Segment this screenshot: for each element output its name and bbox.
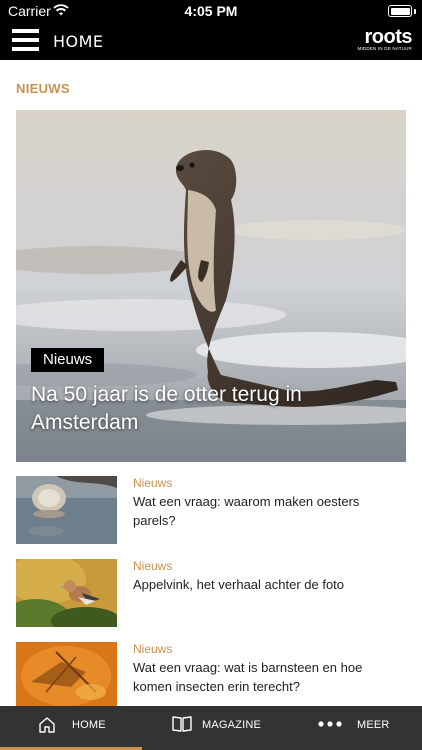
list-item[interactable]: Nieuws Appelvink, het verhaal achter de … — [16, 559, 406, 629]
page-title: HOME — [53, 32, 104, 51]
tab-more[interactable]: MEER — [282, 706, 422, 750]
logo-tagline: MIDDEN IN DE NATUUR — [357, 46, 412, 51]
hero-title: Na 50 jaar is de otter terug in Amsterda… — [31, 383, 302, 434]
clock: 4:05 PM — [184, 3, 238, 19]
status-bar: Carrier 4:05 PM — [0, 0, 422, 22]
list-item[interactable]: Nieuws Wat een vraag: waarom maken oeste… — [16, 476, 406, 546]
tab-home-label: HOME — [72, 719, 106, 731]
list-item-category: Nieuws — [133, 642, 173, 656]
tab-magazine-label: MAGAZINE — [202, 719, 262, 731]
list-item-title: Appelvink, het verhaal achter de foto — [133, 577, 345, 592]
hamburger-menu-icon[interactable] — [12, 29, 39, 51]
hero-category-badge: Nieuws — [31, 348, 105, 372]
book-icon — [172, 716, 192, 732]
logo-wordmark: roots — [364, 26, 413, 48]
tab-home[interactable]: HOME — [0, 706, 142, 750]
tab-bar: HOME MAGAZINE MEER — [0, 706, 422, 750]
tab-magazine[interactable]: MAGAZINE — [142, 706, 282, 750]
amber-thumbnail — [16, 642, 117, 710]
section-title: NIEUWS — [16, 81, 70, 96]
tab-more-label: MEER — [357, 719, 390, 731]
list-item[interactable]: Nieuws Wat een vraag: wat is barnsteen e… — [16, 642, 406, 712]
hero-article[interactable]: Nieuws Na 50 jaar is de otter terug in A… — [16, 110, 406, 462]
roots-logo[interactable]: roots MIDDEN IN DE NATUUR — [356, 26, 413, 54]
list-item-category: Nieuws — [133, 559, 173, 573]
list-item-category: Nieuws — [133, 476, 173, 490]
battery-icon — [388, 5, 412, 17]
battery-tip — [414, 9, 416, 14]
list-item-title: Wat een vraag: waarom maken oesters pare… — [133, 494, 360, 528]
more-dots-icon — [318, 721, 342, 727]
home-icon — [39, 717, 55, 733]
nav-bar: HOME roots MIDDEN IN DE NATUUR — [0, 22, 422, 60]
oyster-thumbnail — [16, 476, 117, 544]
list-item-title: Wat een vraag: wat is barnsteen en hoe k… — [133, 660, 363, 694]
hawfinch-thumbnail — [16, 559, 117, 627]
